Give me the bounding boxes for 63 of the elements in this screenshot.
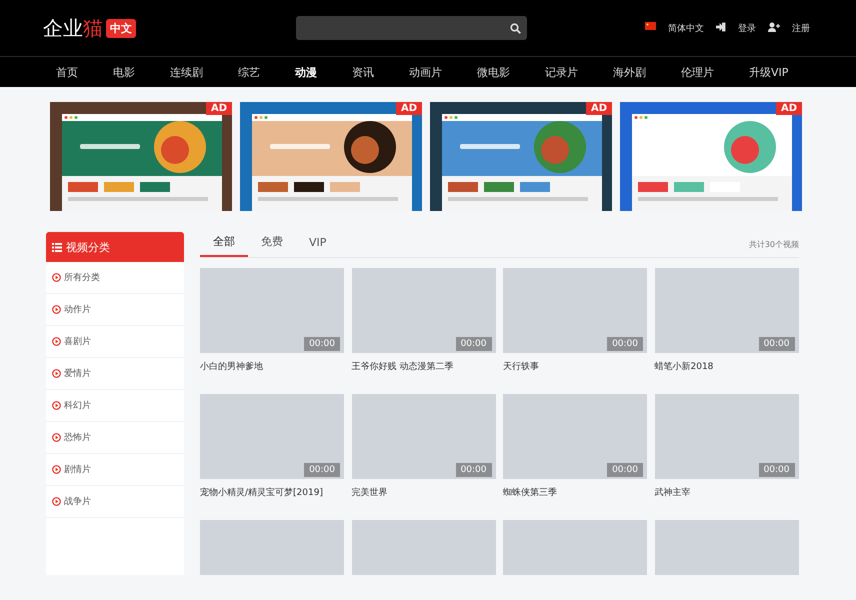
video-title[interactable]: 天行轶事 <box>503 360 647 373</box>
nav-item[interactable]: 电影 <box>113 64 135 80</box>
list-icon <box>52 242 62 252</box>
duration-label: 00:00 <box>758 463 794 477</box>
play-icon <box>52 369 61 378</box>
category-link[interactable]: 所有分类 <box>64 271 100 284</box>
search-field[interactable] <box>296 16 527 40</box>
nav-item[interactable]: 综艺 <box>238 64 260 80</box>
duration-label: 00:00 <box>607 463 643 477</box>
play-icon <box>52 273 61 282</box>
ad-badge: AD <box>206 102 232 115</box>
category-link[interactable]: 动作片 <box>64 303 91 316</box>
video-title[interactable]: 蜡笔小新2018 <box>654 360 798 373</box>
nav-item[interactable]: 动画片 <box>409 64 442 80</box>
ad-badge: AD <box>586 102 612 115</box>
play-icon <box>52 401 61 410</box>
sidebar-title: 视频分类 <box>66 240 110 254</box>
play-icon <box>52 337 61 346</box>
filter-tab[interactable]: 免费 <box>248 234 296 257</box>
video-title[interactable]: 宠物小精灵/精灵宝可梦[2019] <box>200 486 344 499</box>
video-title[interactable]: 蜘蛛侠第三季 <box>503 486 647 499</box>
video-count: 共计30个视频 <box>748 239 799 251</box>
duration-label: 00:00 <box>456 463 492 477</box>
duration-label: 00:00 <box>456 337 492 351</box>
nav-item[interactable]: 海外剧 <box>613 64 646 80</box>
nav-item[interactable]: 伦理片 <box>681 64 714 80</box>
sign-in-icon <box>716 22 726 32</box>
register-link[interactable]: 注册 <box>792 22 810 34</box>
ad-badge: AD <box>776 102 802 115</box>
play-icon <box>52 433 61 442</box>
video-title[interactable]: 小白的男神爹地 <box>200 360 344 373</box>
nav-item[interactable]: 资讯 <box>352 64 374 80</box>
nav-item[interactable]: 记录片 <box>545 64 578 80</box>
play-icon <box>52 305 61 314</box>
nav-item[interactable]: 升级VIP <box>749 64 788 80</box>
login-link[interactable]: 登录 <box>738 22 756 34</box>
duration-label: 00:00 <box>758 337 794 351</box>
video-title[interactable]: 完美世界 <box>352 486 496 499</box>
nav-item[interactable]: 动漫 <box>295 64 317 80</box>
nav-item[interactable]: 首页 <box>56 64 78 80</box>
category-link[interactable]: 恐怖片 <box>64 431 91 444</box>
search-icon[interactable] <box>510 22 521 34</box>
duration-label: 00:00 <box>304 463 340 477</box>
category-link[interactable]: 剧情片 <box>64 463 91 476</box>
play-icon <box>52 497 61 506</box>
nav-item[interactable]: 连续剧 <box>170 64 203 80</box>
duration-label: 00:00 <box>607 337 643 351</box>
logo[interactable]: 企业猫 中文 <box>43 14 296 42</box>
duration-label: 00:00 <box>304 337 340 351</box>
filter-tab[interactable]: VIP <box>296 236 340 257</box>
play-icon <box>52 465 61 474</box>
user-plus-icon <box>768 22 780 32</box>
category-link[interactable]: 喜剧片 <box>64 335 91 348</box>
category-link[interactable]: 爱情片 <box>64 367 91 380</box>
nav-item[interactable]: 微电影 <box>477 64 510 80</box>
language-link[interactable]: 简体中文 <box>668 22 704 34</box>
ad-badge: AD <box>396 102 422 115</box>
category-link[interactable]: 战争片 <box>64 495 91 508</box>
video-title[interactable]: 王爷你好贱 动态漫第二季 <box>352 360 496 373</box>
flag-icon <box>645 22 656 30</box>
filter-tab[interactable]: 全部 <box>200 234 248 257</box>
video-title[interactable]: 武神主宰 <box>654 486 798 499</box>
category-link[interactable]: 科幻片 <box>64 399 91 412</box>
